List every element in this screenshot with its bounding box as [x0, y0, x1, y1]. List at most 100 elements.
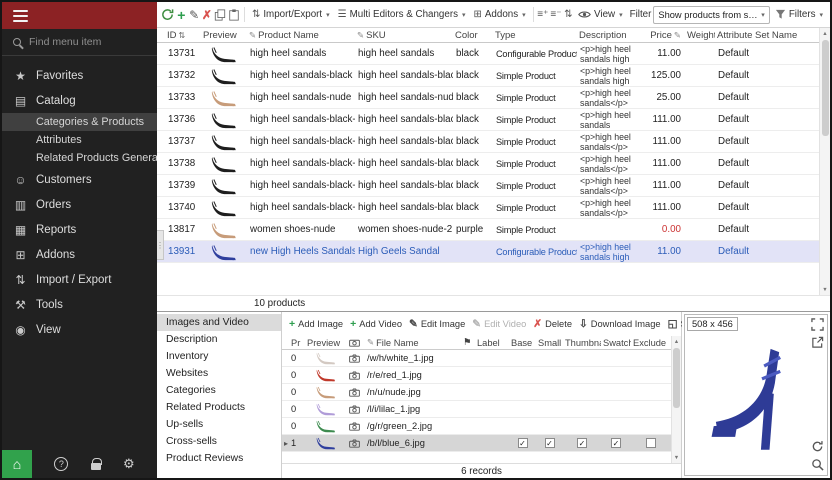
small-checkbox[interactable]: [545, 438, 555, 448]
sidebar-item[interactable]: Categories & Products: [2, 113, 157, 131]
column-thumbnail[interactable]: Thumbna: [563, 338, 601, 348]
copy-icon[interactable]: [214, 6, 226, 24]
image-toolbar-button[interactable]: ✎ Edit Image: [409, 318, 465, 330]
exclude-checkbox[interactable]: [646, 438, 656, 448]
expand-groups-icon[interactable]: ≡⁺: [537, 6, 548, 24]
base-checkbox[interactable]: [518, 438, 528, 448]
product-row[interactable]: ▸ 13931 new High Heels Sandals High Geel…: [157, 241, 819, 263]
column-product-name[interactable]: ✎Product Name: [247, 30, 355, 41]
image-toolbar-button[interactable]: + Add Video: [350, 318, 402, 330]
open-external-icon[interactable]: [811, 336, 824, 349]
rotate-icon[interactable]: [811, 440, 824, 453]
product-row[interactable]: ▸ 13736 high heel sandals-black-36 high …: [157, 109, 819, 131]
swatch-checkbox[interactable]: [611, 438, 621, 448]
scroll-up-icon[interactable]: ▲: [672, 336, 681, 347]
column-swatch[interactable]: Swatch: [601, 338, 631, 348]
lock-icon[interactable]: [91, 463, 101, 470]
column-exclude[interactable]: Exclude: [631, 338, 671, 348]
detail-tab[interactable]: Description: [157, 331, 281, 348]
product-row[interactable]: ▸ 13817 women shoes-nude women shoes-nud…: [157, 219, 819, 241]
image-row[interactable]: ▸ 1 /b/l/blue_6.jpg: [282, 435, 671, 452]
splitter-handle[interactable]: ⋮: [157, 230, 164, 260]
column-base[interactable]: Base: [509, 338, 536, 348]
sidebar-item[interactable]: ★ Favorites: [2, 63, 157, 88]
expand-icon[interactable]: [811, 318, 824, 331]
column-small[interactable]: Small: [536, 338, 563, 348]
multi-editors-button[interactable]: ☰ Multi Editors & Changers ▾: [335, 7, 469, 22]
column-image-preview[interactable]: Preview: [305, 338, 347, 348]
detail-tab[interactable]: Inventory: [157, 348, 281, 365]
column-label[interactable]: Label: [475, 338, 509, 348]
detail-tab[interactable]: Up-sells: [157, 416, 281, 433]
sidebar-item[interactable]: Related Products Generator: [2, 149, 157, 167]
view-button[interactable]: View ▾: [575, 7, 626, 22]
hamburger-menu-icon[interactable]: [13, 7, 28, 25]
product-row[interactable]: ▸ 13740 high heel sandals-black-38 high …: [157, 197, 819, 219]
image-row[interactable]: ▸ 0 /w/h/white_1.jpg: [282, 350, 671, 367]
sidebar-item[interactable]: ☺ Customers: [2, 167, 157, 192]
store-icon[interactable]: ⌂: [2, 450, 32, 478]
column-preview[interactable]: Preview: [201, 30, 247, 41]
detail-tab[interactable]: Websites: [157, 365, 281, 382]
detail-tab[interactable]: Related Products: [157, 399, 281, 416]
image-row[interactable]: ▸ 0 /n/u/nude.jpg: [282, 384, 671, 401]
grid-scrollbar[interactable]: ▲ ▼: [819, 28, 830, 295]
column-color[interactable]: Color: [453, 30, 493, 41]
image-row[interactable]: ▸ 0 /g/r/green_2.jpg: [282, 418, 671, 435]
image-toolbar-button[interactable]: ✗ Delete: [533, 318, 572, 330]
column-price[interactable]: Price✎: [647, 30, 685, 41]
column-position[interactable]: Pr: [289, 338, 305, 348]
detail-tab[interactable]: Product Reviews: [157, 450, 281, 467]
paste-icon[interactable]: [228, 6, 240, 24]
sidebar-item[interactable]: ▦ Reports: [2, 217, 157, 242]
detail-tab[interactable]: Cross-sells: [157, 433, 281, 450]
product-row[interactable]: ▸ 13738 high heel sandals-black-37 high …: [157, 153, 819, 175]
product-row[interactable]: ▸ 13733 high heel sandals-nude high heel…: [157, 87, 819, 109]
category-filter-select[interactable]: Show products from selected categories ▾: [653, 6, 769, 24]
product-row[interactable]: ▸ 13731 high heel sandals high heel sand…: [157, 43, 819, 65]
scroll-up-icon[interactable]: ▲: [820, 28, 830, 39]
product-row[interactable]: ▸ 13732 high heel sandals-black high hee…: [157, 65, 819, 87]
column-description[interactable]: Description: [577, 30, 647, 41]
collapse-groups-icon[interactable]: ≡⁻: [550, 6, 561, 24]
product-row[interactable]: ▸ 13739 high heel sandals-black-37.5 hig…: [157, 175, 819, 197]
scroll-down-icon[interactable]: ▼: [672, 452, 681, 463]
product-row[interactable]: ▸ 13737 high heel sandals-black-36.5 hig…: [157, 131, 819, 153]
sidebar-item[interactable]: ⚒ Tools: [2, 292, 157, 317]
scrollbar-thumb[interactable]: [673, 348, 680, 408]
sidebar-item[interactable]: ⇅ Import / Export: [2, 267, 157, 292]
sidebar-item[interactable]: ▤ Catalog: [2, 88, 157, 113]
detail-tab[interactable]: Images and Video: [157, 314, 281, 331]
import-export-button[interactable]: ⇅ Import/Export ▾: [249, 7, 333, 22]
refresh-icon[interactable]: [161, 6, 174, 24]
images-scrollbar[interactable]: ▲ ▼: [671, 336, 681, 463]
image-toolbar-button[interactable]: ✎ Edit Video: [472, 318, 526, 330]
filters-button[interactable]: Filters ▾: [772, 7, 826, 22]
sort-icon[interactable]: ⇅: [564, 6, 574, 24]
menu-search-input[interactable]: [29, 36, 139, 48]
column-file-name[interactable]: ✎File Name: [365, 337, 461, 348]
image-row[interactable]: ▸ 0 /l/i/lilac_1.jpg: [282, 401, 671, 418]
image-toolbar-button[interactable]: ⇩ Download Image: [579, 318, 661, 330]
scrollbar-thumb[interactable]: [822, 40, 829, 136]
column-attribute-set[interactable]: Attribute Set Name: [715, 30, 819, 41]
sidebar-item[interactable]: ▥ Orders: [2, 192, 157, 217]
sidebar-item[interactable]: ⊞ Addons: [2, 242, 157, 267]
sidebar-item[interactable]: ◉ View: [2, 317, 157, 342]
column-type[interactable]: Type: [493, 30, 577, 41]
column-sku[interactable]: ✎SKU: [355, 30, 453, 41]
add-product-icon[interactable]: +: [176, 6, 187, 24]
thumbnail-checkbox[interactable]: [577, 438, 587, 448]
column-weight[interactable]: Weight: [685, 30, 715, 41]
image-toolbar-button[interactable]: + Add Image: [289, 318, 343, 330]
scroll-down-icon[interactable]: ▼: [820, 284, 830, 295]
zoom-icon[interactable]: [811, 458, 824, 471]
addons-button[interactable]: ⊞ Addons ▾: [471, 7, 529, 22]
sidebar-item[interactable]: Attributes: [2, 131, 157, 149]
settings-gear-icon[interactable]: ⚙: [123, 456, 135, 472]
image-row[interactable]: ▸ 0 /r/e/red_1.jpg: [282, 367, 671, 384]
edit-product-icon[interactable]: ✎: [189, 6, 200, 24]
detail-tab[interactable]: Categories: [157, 382, 281, 399]
column-id[interactable]: ID⇅: [165, 30, 201, 41]
delete-product-icon[interactable]: ✗: [202, 6, 213, 24]
